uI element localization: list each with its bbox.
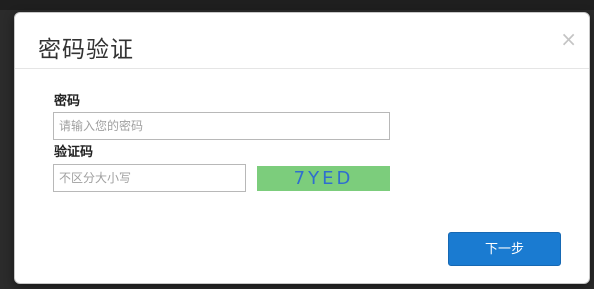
dialog-header: 密码验证 × (15, 13, 589, 69)
next-step-button[interactable]: 下一步 (448, 232, 561, 266)
page-backdrop (0, 0, 594, 10)
password-verification-dialog: 密码验证 × 密码 验证码 7YED 下一步 (14, 12, 590, 284)
password-input[interactable] (53, 112, 390, 140)
captcha-image[interactable]: 7YED (257, 166, 390, 191)
captcha-label: 验证码 (54, 145, 94, 160)
password-label: 密码 (54, 94, 81, 109)
dialog-title: 密码验证 (38, 37, 134, 63)
close-icon[interactable]: × (560, 29, 577, 49)
captcha-input[interactable] (53, 164, 246, 192)
